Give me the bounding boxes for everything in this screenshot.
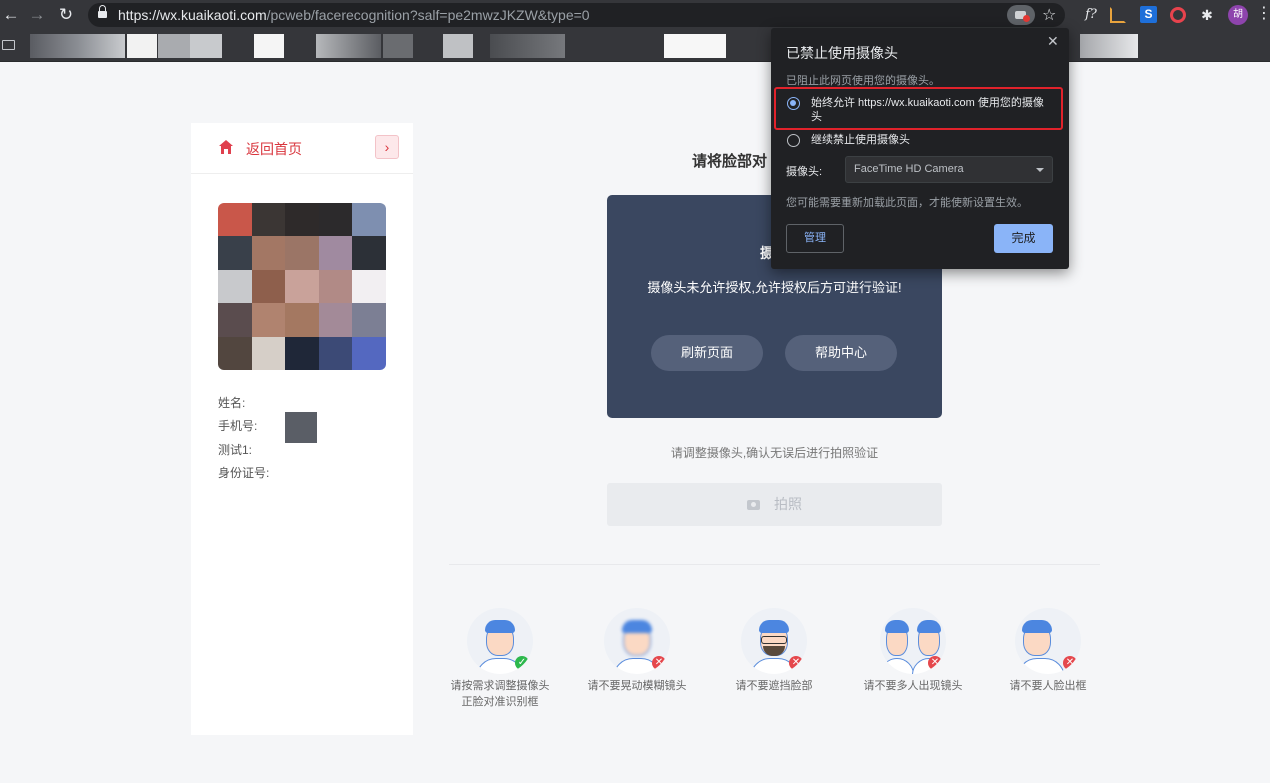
cross-icon: ✕: [652, 656, 666, 670]
cross-icon: ✕: [789, 656, 803, 670]
name-label: 姓名:: [218, 396, 246, 410]
cross-icon: ✕: [1063, 656, 1077, 670]
camera-select[interactable]: FaceTime HD Camera: [845, 156, 1053, 183]
redacted-bookmark: [158, 34, 190, 58]
tip-text: 请按需求调整摄像头: [450, 680, 550, 692]
profile-avatar[interactable]: 胡: [1228, 5, 1248, 25]
take-photo-button[interactable]: 拍照: [607, 483, 942, 526]
face-blurry-icon: ✕: [604, 608, 670, 674]
url-text: https://wx.kuaikaoti.com/pcweb/facerecog…: [118, 7, 590, 23]
face-correct-icon: ✓: [467, 608, 533, 674]
lock-icon[interactable]: [98, 5, 107, 20]
tip-item: ✕ 请不要遮挡脸部: [704, 608, 844, 694]
page-title: 请将脸部对: [692, 153, 768, 170]
tip-item: ✕ 请不要人脸出框: [978, 608, 1118, 694]
user-sidebar: 返回首页 › 姓名: 手机号: 测试1: 身份证号:: [191, 123, 413, 735]
url-host: https://wx.kuaikaoti.com: [118, 7, 267, 23]
redacted-bookmark: [443, 34, 473, 58]
tip-text: 正脸对准识别框: [461, 696, 539, 708]
face-out-of-frame-icon: ✕: [1015, 608, 1081, 674]
test-label: 测试1:: [218, 443, 253, 457]
annotation-highlight-box: [774, 87, 1063, 130]
extensions-puzzle-icon[interactable]: ✱: [1199, 5, 1215, 25]
face-covered-icon: ✕: [741, 608, 807, 674]
refresh-page-button[interactable]: 刷新页面: [651, 335, 763, 371]
redacted-bookmark: [30, 34, 125, 58]
address-bar[interactable]: https://wx.kuaikaoti.com/pcweb/facerecog…: [88, 3, 1065, 27]
home-icon: [219, 140, 233, 154]
tip-text: 请不要多人出现镜头: [863, 680, 963, 692]
back-home-row[interactable]: 返回首页 ›: [191, 123, 413, 174]
redacted-bookmark: [127, 34, 157, 58]
url-path: /pcweb/facerecognition?salf=pe2mwzJKZW&t…: [266, 7, 590, 23]
back-arrow-icon[interactable]: ←: [0, 4, 22, 26]
camera-permission-popup: 已禁止使用摄像头 ✕ 已阻止此网页使用您的摄像头。 始终允许 https://w…: [771, 28, 1069, 269]
block-camera-radio[interactable]: [787, 134, 800, 147]
tip-item: ✕ 请不要晃动模糊镜头: [567, 608, 707, 694]
close-icon[interactable]: ✕: [1047, 33, 1059, 50]
reload-note: 您可能需要重新加载此页面，才能使新设置生效。: [786, 197, 1028, 209]
user-photo-pixelated: [218, 203, 386, 370]
forward-arrow-icon[interactable]: →: [26, 4, 48, 26]
redacted-bookmark: [1080, 34, 1138, 58]
id-number-label: 身份证号:: [218, 466, 270, 480]
tip-item: ✓ 请按需求调整摄像头 正脸对准识别框: [430, 608, 570, 710]
back-home-link[interactable]: 返回首页: [246, 139, 302, 159]
chevron-right-icon[interactable]: ›: [375, 135, 399, 159]
formula-extension-icon[interactable]: f?: [1082, 5, 1100, 25]
tip-text: 请不要遮挡脸部: [735, 680, 813, 692]
popup-subtitle: 已阻止此网页使用您的摄像头。: [786, 75, 940, 87]
camera-select-value: FaceTime HD Camera: [854, 163, 964, 175]
adjust-camera-hint: 请调整摄像头,确认无误后进行拍照验证: [670, 446, 879, 460]
reload-icon[interactable]: ↻: [55, 4, 77, 26]
cross-icon: ✕: [928, 656, 942, 670]
camera-icon: [747, 500, 760, 510]
done-button[interactable]: 完成: [994, 224, 1053, 253]
crop-extension-icon[interactable]: [1110, 7, 1126, 23]
redacted-bookmark: [316, 34, 381, 58]
divider: [449, 564, 1100, 565]
redacted-bookmark: [664, 34, 726, 58]
popup-title: 已禁止使用摄像头: [786, 45, 898, 61]
phone-label: 手机号:: [218, 419, 258, 433]
folder-icon[interactable]: [2, 40, 15, 50]
bookmarks-bar: [0, 30, 1270, 62]
s-extension-icon[interactable]: S: [1140, 6, 1157, 23]
manage-button[interactable]: 管理: [786, 224, 844, 253]
camera-select-label: 摄像头:: [786, 166, 823, 178]
redacted-bookmark: [490, 34, 565, 58]
multiple-faces-icon: ✕: [880, 608, 946, 674]
tip-text: 请不要人脸出框: [1009, 680, 1087, 692]
browser-toolbar: ← → ↻ https://wx.kuaikaoti.com/pcweb/fac…: [0, 0, 1270, 30]
camera-blocked-icon[interactable]: [1007, 5, 1035, 25]
browser-menu-icon[interactable]: ⋮: [1256, 4, 1270, 24]
key-extension-icon[interactable]: [1170, 7, 1186, 23]
block-camera-label[interactable]: 继续禁止使用摄像头: [811, 133, 910, 147]
tip-item: ✕ 请不要多人出现镜头: [843, 608, 983, 694]
redacted-bookmark: [254, 34, 284, 58]
redacted-bookmark: [190, 34, 222, 58]
check-icon: ✓: [515, 656, 529, 670]
chevron-down-icon: [1036, 168, 1044, 172]
tip-text: 请不要晃动模糊镜头: [587, 680, 687, 692]
camera-unauthorized-message: 摄像头未允许授权,允许授权后方可进行验证!: [647, 280, 902, 295]
bookmark-star-icon[interactable]: ☆: [1042, 5, 1056, 25]
redacted-bookmark: [383, 34, 413, 58]
redacted-value: [285, 412, 317, 443]
help-center-button[interactable]: 帮助中心: [785, 335, 897, 371]
take-photo-label: 拍照: [774, 496, 802, 512]
